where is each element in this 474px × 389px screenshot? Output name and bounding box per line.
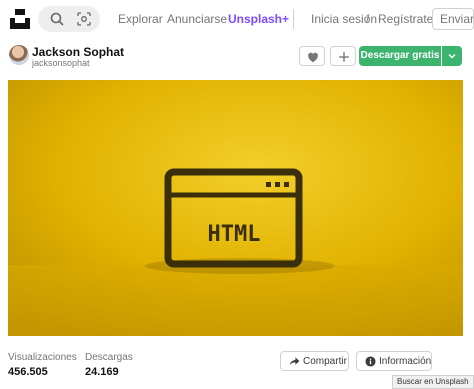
add-to-collection-button[interactable] [330, 46, 356, 66]
nav-register-link[interactable]: Regístrate [378, 12, 433, 26]
unsplash-logo[interactable] [10, 9, 30, 29]
like-button[interactable] [299, 46, 325, 66]
downloads-value: 24.169 [85, 366, 119, 378]
submit-photo-button[interactable]: Enviar [432, 8, 474, 30]
top-header: Explorar Anunciarse Unsplash+ Inicia ses… [0, 0, 474, 38]
nav-advertise-link[interactable]: Anunciarse [167, 12, 227, 26]
photo-html-text: HTML [208, 222, 261, 247]
plus-icon [339, 52, 349, 62]
main-photo[interactable]: HTML [8, 80, 463, 336]
search-icon[interactable] [49, 11, 65, 27]
heart-icon [308, 52, 318, 63]
nav-explore-link[interactable]: Explorar [118, 12, 163, 26]
download-button[interactable]: Descargar gratis [359, 46, 441, 66]
downloads-label: Descargas [85, 352, 133, 363]
views-label: Visualizaciones [8, 352, 77, 363]
nav-divider [293, 9, 294, 29]
info-button[interactable]: Información [356, 351, 432, 371]
share-arrow-icon [289, 357, 300, 366]
share-button[interactable]: Compartir [280, 351, 349, 371]
chevron-down-icon [448, 53, 456, 59]
search-tooltip: Buscar en Unsplash [392, 375, 474, 389]
search-box[interactable] [38, 6, 100, 32]
visual-search-icon[interactable] [76, 11, 92, 27]
nav-unsplash-plus-link[interactable]: Unsplash+ [228, 12, 289, 26]
author-handle[interactable]: jacksonsophat [32, 58, 90, 68]
info-label: Información [379, 356, 432, 367]
avatar[interactable] [9, 45, 29, 65]
author-name[interactable]: Jackson Sophat [32, 45, 124, 59]
download-options-button[interactable] [442, 46, 462, 66]
share-label: Compartir [303, 356, 347, 367]
info-icon [365, 356, 376, 367]
views-value: 456.505 [8, 366, 48, 378]
nav-separator: / [366, 12, 370, 26]
